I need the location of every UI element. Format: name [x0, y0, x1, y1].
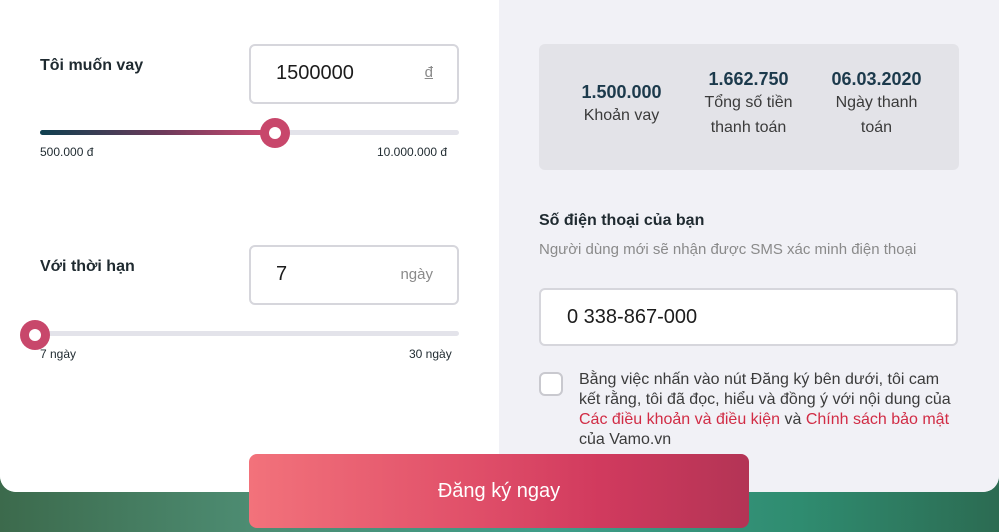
phone-input[interactable]: 0 338-867-000: [539, 288, 958, 346]
amount-slider-handle[interactable]: [260, 118, 291, 148]
term-unit: ngày: [400, 266, 433, 283]
loan-options-panel: Tôi muốn vay 1500000 đ 500.000 đ 10.000.…: [0, 0, 499, 492]
summary-loan: 1.500.000 Khoản vay: [559, 82, 684, 128]
term-min-label: 7 ngày: [40, 347, 77, 361]
summary-date-value: 06.03.2020: [831, 69, 922, 89]
phone-title: Số điện thoại của bạn: [539, 212, 705, 229]
loan-form-card: Tôi muốn vay 1500000 đ 500.000 đ 10.000.…: [0, 0, 999, 492]
amount-min-label: 500.000 đ: [40, 145, 94, 159]
terms-text-after: của Vamo.vn: [579, 431, 672, 448]
amount-label: Tôi muốn vay: [40, 57, 144, 74]
terms-text: Bằng việc nhấn vào nút Đăng ký bên dưới,…: [579, 370, 964, 450]
summary-total-caption-line2: thanh toán: [710, 119, 787, 136]
summary-date: 06.03.2020 Ngày thanh toán: [814, 69, 939, 140]
summary-loan-caption: Khoản vay: [583, 107, 660, 124]
term-input[interactable]: 7 ngày: [249, 245, 459, 305]
phone-input-value: 0 338-867-000: [567, 306, 698, 328]
summary-date-caption-line1: Ngày thanh: [835, 94, 918, 111]
privacy-policy-link[interactable]: Chính sách bảo mật: [806, 411, 949, 428]
register-now-button[interactable]: Đăng ký ngay: [249, 454, 749, 528]
amount-slider-track[interactable]: [40, 130, 459, 135]
amount-input-value: 1500000: [276, 62, 354, 84]
summary-total-value: 1.662.750: [708, 69, 789, 89]
terms-text-before: Bằng việc nhấn vào nút Đăng ký bên dưới,…: [579, 371, 951, 408]
summary-loan-value: 1.500.000: [581, 82, 662, 102]
term-slider-track[interactable]: [40, 331, 459, 336]
loan-summary-box: 1.500.000 Khoản vay 1.662.750 Tổng số ti…: [539, 44, 959, 170]
term-slider-handle[interactable]: [20, 320, 50, 350]
summary-total-caption-line1: Tổng số tiền: [704, 94, 793, 111]
summary-date-caption-line2: toán: [860, 119, 893, 136]
term-input-value: 7: [276, 263, 288, 285]
terms-text-middle: và: [780, 411, 806, 428]
amount-slider-fill: [40, 130, 267, 135]
term-label: Với thời hạn: [40, 258, 135, 275]
phone-hint: Người dùng mới sẽ nhận được SMS xác minh…: [539, 241, 917, 258]
amount-input[interactable]: 1500000 đ: [249, 44, 459, 104]
term-max-label: 30 ngày: [409, 347, 452, 361]
currency-unit: đ: [424, 64, 433, 81]
amount-max-label: 10.000.000 đ: [377, 145, 448, 159]
terms-conditions-link[interactable]: Các điều khoản và điều kiện: [579, 411, 780, 428]
terms-checkbox[interactable]: [539, 372, 563, 396]
summary-total: 1.662.750 Tổng số tiền thanh toán: [686, 69, 811, 140]
summary-panel: 1.500.000 Khoản vay 1.662.750 Tổng số ti…: [499, 0, 999, 492]
